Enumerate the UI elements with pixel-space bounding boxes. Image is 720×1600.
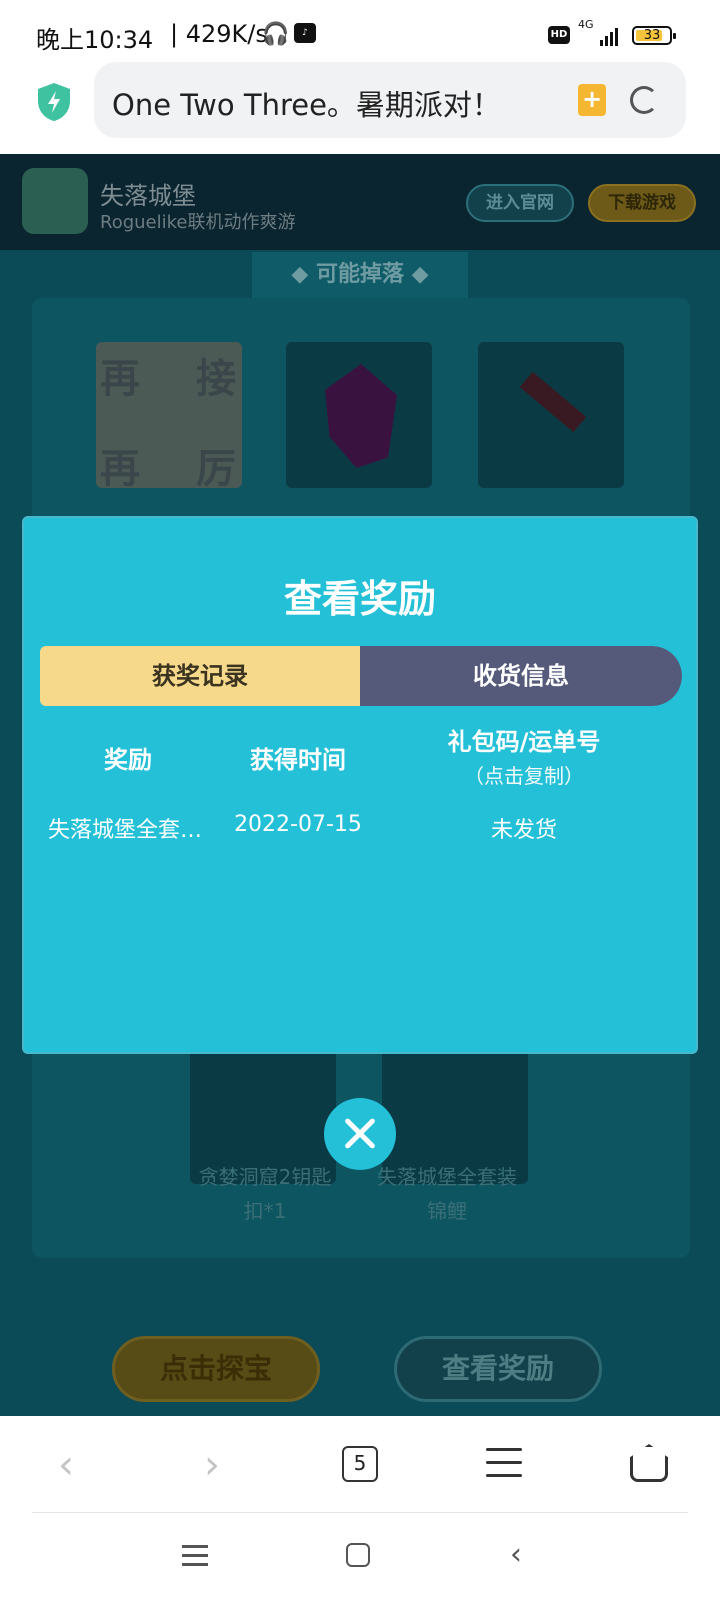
column-time: 获得时间	[250, 746, 346, 774]
item-label: 失落城堡全套装 锦鲤	[377, 1165, 517, 1223]
item-label: 贪婪洞窟2钥匙 扣*1	[198, 1165, 332, 1223]
battery-level: 33	[643, 28, 661, 43]
system-navigation-bar: ‹	[0, 1513, 720, 1600]
address-bar[interactable]: One Two Three。暑期派对！ +	[94, 62, 686, 138]
tile-glyph: 接	[196, 356, 236, 402]
tile-glyph: 再	[100, 356, 140, 402]
official-site-button[interactable]: 进入官网	[466, 184, 574, 222]
crystal-item-tile	[286, 342, 432, 488]
game-app-icon	[22, 168, 88, 234]
hd-icon: HD	[548, 26, 570, 44]
download-game-button[interactable]: 下载游戏	[588, 184, 696, 222]
network-speed: | 429K/s	[170, 20, 268, 48]
view-rewards-button[interactable]: 查看奖励	[394, 1336, 602, 1402]
row-time: 2022-07-15	[234, 812, 362, 837]
system-back-icon[interactable]: ‹	[510, 1537, 522, 1572]
game-name: 失落城堡	[100, 182, 196, 210]
tile-glyph: 厉	[196, 446, 236, 492]
security-shield-icon[interactable]	[36, 82, 72, 122]
tab-prize-records[interactable]: 获奖记录	[40, 646, 360, 706]
prize-tile-image: 再 接 再 厉	[96, 342, 242, 492]
key-icon	[519, 371, 587, 433]
browser-toolbar: ‹ › 5	[0, 1416, 720, 1512]
drops-title: ◆ 可能掉落 ◆	[252, 252, 468, 298]
close-modal-button[interactable]	[324, 1098, 396, 1170]
column-reward: 奖励	[104, 746, 152, 774]
forward-arrow-icon[interactable]: ›	[204, 1442, 220, 1488]
tile-glyph: 再	[100, 446, 140, 492]
back-arrow-icon[interactable]: ‹	[58, 1442, 74, 1488]
page-title[interactable]: One Two Three。暑期派对！	[112, 82, 501, 124]
row-code[interactable]: 未发货	[424, 812, 624, 844]
signal-icon	[600, 24, 622, 46]
network-type-label: 4G	[578, 18, 594, 31]
reload-icon[interactable]	[630, 86, 658, 114]
status-time: 晚上10:34	[36, 26, 154, 54]
column-code-hint: （点击复制）	[464, 764, 584, 788]
rewards-modal: 查看奖励 获奖记录 收货信息 奖励 获得时间 礼包码/运单号 （点击复制） 失落…	[22, 516, 698, 1054]
explore-button[interactable]: 点击探宝	[112, 1336, 320, 1402]
battery-icon: 33	[632, 26, 676, 45]
home-icon[interactable]	[630, 1444, 668, 1482]
tabs-count-button[interactable]: 5	[342, 1446, 378, 1482]
row-reward: 失落城堡全套…	[47, 818, 202, 843]
status-bar: 晚上10:34 | 429K/s 🎧 ♪ HD 4G 33	[0, 0, 720, 62]
headphones-icon: 🎧	[262, 22, 290, 47]
modal-tabs: 获奖记录 收货信息	[40, 646, 682, 706]
crystal-icon	[325, 364, 397, 468]
column-code: 礼包码/运单号	[447, 728, 601, 756]
game-subtitle: Roguelike联机动作爽游	[100, 212, 296, 233]
tab-shipping-info[interactable]: 收货信息	[360, 646, 682, 706]
bookmark-add-icon[interactable]: +	[578, 84, 606, 116]
recent-apps-icon[interactable]	[182, 1545, 208, 1567]
system-home-icon[interactable]	[346, 1543, 370, 1567]
app-notification-icon: ♪	[294, 23, 316, 43]
key-item-tile	[478, 342, 624, 488]
address-bar-row: One Two Three。暑期派对！ +	[0, 62, 720, 154]
game-header: 失落城堡 Roguelike联机动作爽游 进入官网 下载游戏	[0, 154, 720, 250]
modal-title: 查看奖励	[283, 577, 436, 621]
menu-icon[interactable]	[486, 1448, 522, 1478]
